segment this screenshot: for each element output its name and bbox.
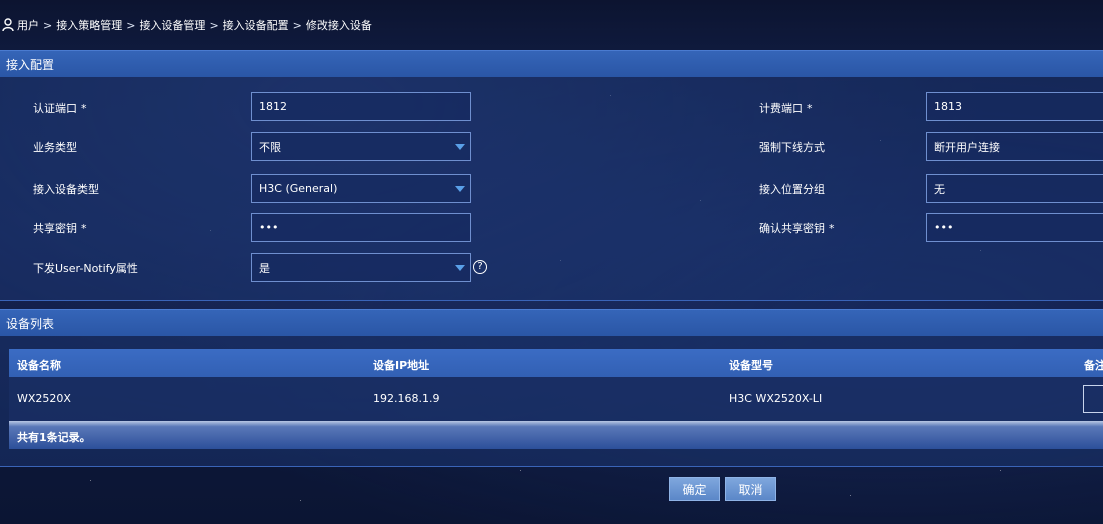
column-device-ip[interactable]: 设备IP地址	[373, 357, 429, 373]
cell-device-name: WX2520X	[17, 392, 71, 405]
breadcrumb-access-device-mgmt[interactable]: 接入设备管理	[139, 17, 205, 33]
confirm-key-input[interactable]: •••	[926, 213, 1103, 242]
force-offline-select[interactable]: 断开用户连接	[926, 132, 1103, 161]
acct-port-label: 计费端口 *	[759, 102, 813, 115]
help-icon[interactable]: ?	[473, 260, 487, 274]
breadcrumb-separator: >	[126, 18, 136, 32]
access-config-header: 接入配置	[0, 50, 1103, 77]
location-group-select[interactable]: 无	[926, 174, 1103, 203]
user-icon	[2, 18, 14, 32]
shared-key-input[interactable]: •••	[251, 213, 471, 242]
column-remark[interactable]: 备注	[1084, 357, 1103, 373]
required-marker: *	[81, 102, 87, 115]
confirm-key-label: 确认共享密钥 *	[759, 222, 835, 235]
dropdown-arrow-icon	[455, 265, 465, 271]
required-marker: *	[807, 102, 813, 115]
device-list-header: 设备列表	[0, 309, 1103, 336]
location-group-label: 接入位置分组	[759, 183, 825, 196]
breadcrumb-users[interactable]: 用户	[17, 17, 39, 33]
breadcrumb-current-page: 修改接入设备	[305, 19, 372, 32]
device-type-label: 接入设备类型	[33, 183, 99, 196]
column-device-name[interactable]: 设备名称	[17, 357, 61, 373]
user-notify-select[interactable]: 是	[251, 253, 471, 282]
confirm-button[interactable]: 确定	[669, 477, 720, 501]
auth-port-label: 认证端口 *	[33, 102, 87, 115]
cell-device-ip: 192.168.1.9	[373, 392, 440, 405]
access-config-title: 接入配置	[6, 57, 55, 72]
breadcrumb-separator: >	[43, 18, 53, 32]
required-marker: *	[829, 222, 835, 235]
table-row: WX2520X 192.168.1.9 H3C WX2520X-LI	[9, 377, 1103, 421]
record-count: 共有1条记录。	[17, 431, 91, 444]
service-type-select[interactable]: 不限	[251, 132, 471, 161]
device-type-select[interactable]: H3C (General)	[251, 174, 471, 203]
cell-device-model: H3C WX2520X-LI	[729, 392, 823, 405]
cancel-button[interactable]: 取消	[725, 477, 776, 501]
breadcrumb-access-device-config[interactable]: 接入设备配置	[223, 17, 289, 33]
acct-port-input[interactable]: 1813	[926, 92, 1103, 121]
breadcrumb-separator: >	[292, 18, 302, 32]
shared-key-label: 共享密钥 *	[33, 222, 87, 235]
table-footer: 共有1条记录。	[9, 421, 1103, 449]
device-list-title: 设备列表	[6, 316, 55, 331]
remark-input[interactable]	[1083, 385, 1103, 413]
dropdown-arrow-icon	[455, 186, 465, 192]
auth-port-input[interactable]: 1812	[251, 92, 471, 121]
access-config-panel: 认证端口 * 1812 计费端口 * 1813 业务类型 不限 强制下线方式 断开用…	[0, 77, 1103, 301]
breadcrumb-separator: >	[209, 18, 219, 32]
column-device-model[interactable]: 设备型号	[729, 357, 773, 373]
required-marker: *	[81, 222, 87, 235]
breadcrumb: 用户 > 接入策略管理 > 接入设备管理 > 接入设备配置 > 修改接入设备	[0, 0, 1103, 50]
device-table: 设备名称 设备IP地址 设备型号 备注 WX2520X 192.168.1.9 …	[9, 349, 1103, 449]
force-offline-label: 强制下线方式	[759, 141, 825, 154]
dropdown-arrow-icon	[455, 144, 465, 150]
table-header: 设备名称 设备IP地址 设备型号 备注	[9, 349, 1103, 377]
user-notify-label: 下发User-Notify属性	[33, 262, 138, 275]
service-type-label: 业务类型	[33, 141, 77, 154]
breadcrumb-access-policy[interactable]: 接入策略管理	[56, 17, 122, 33]
